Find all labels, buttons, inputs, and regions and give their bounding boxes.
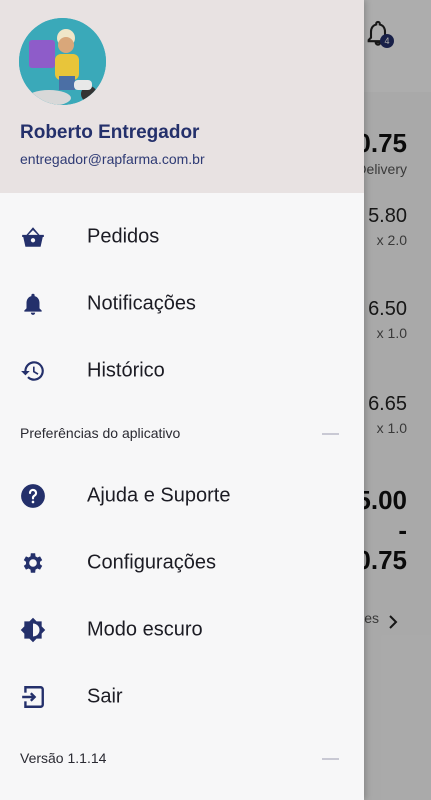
navigation-drawer: Roberto Entregador entregador@rapfarma.c… xyxy=(0,0,364,800)
menu-label-ajuda: Ajuda e Suporte xyxy=(87,484,231,507)
avatar[interactable] xyxy=(19,18,106,105)
user-email: entregador@rapfarma.com.br xyxy=(20,151,205,167)
collapse-dash-icon xyxy=(322,758,339,760)
history-icon xyxy=(21,361,44,381)
help-circle-icon xyxy=(21,484,45,508)
user-name: Roberto Entregador xyxy=(20,122,200,143)
app-version: Versão 1.1.14 xyxy=(20,750,107,766)
basket-icon xyxy=(22,227,44,247)
menu-item-historico[interactable]: Histórico xyxy=(0,341,364,401)
menu-item-notificacoes[interactable]: Notificações xyxy=(0,274,364,334)
menu-item-sair[interactable]: Sair xyxy=(0,667,364,727)
version-section[interactable]: Versão 1.1.14 xyxy=(0,743,364,773)
menu-item-pedidos[interactable]: Pedidos xyxy=(0,207,364,267)
menu-label-notificacoes: Notificações xyxy=(87,292,196,315)
menu-item-modo-escuro[interactable]: Modo escuro xyxy=(0,600,364,660)
brightness-icon xyxy=(20,617,46,643)
section-label-preferences: Preferências do aplicativo xyxy=(20,425,181,441)
menu-item-ajuda[interactable]: Ajuda e Suporte xyxy=(0,466,364,526)
menu-label-historico: Histórico xyxy=(87,359,165,382)
menu-label-pedidos: Pedidos xyxy=(87,225,160,248)
gear-icon xyxy=(23,553,43,573)
bell-icon xyxy=(24,293,42,315)
collapse-dash-icon xyxy=(322,433,339,435)
preferences-section-header[interactable]: Preferências do aplicativo xyxy=(0,418,364,448)
logout-icon xyxy=(22,686,44,708)
delivery-person-illustration xyxy=(19,18,106,105)
menu-item-configuracoes[interactable]: Configurações xyxy=(0,533,364,593)
drawer-header: Roberto Entregador entregador@rapfarma.c… xyxy=(0,0,364,193)
menu-label-configuracoes: Configurações xyxy=(87,551,216,574)
menu-label-sair: Sair xyxy=(87,685,123,708)
menu-label-modo-escuro: Modo escuro xyxy=(87,618,203,641)
